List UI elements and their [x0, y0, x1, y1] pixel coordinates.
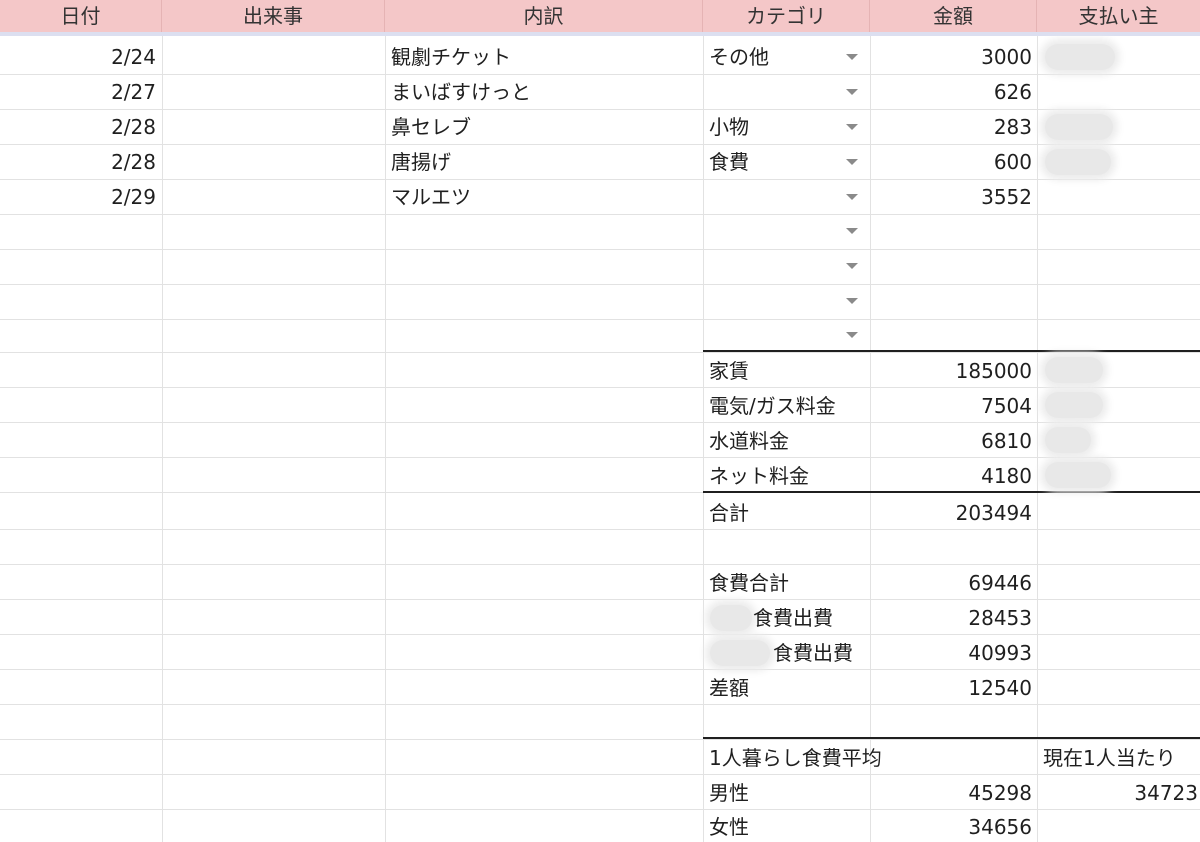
cell-event[interactable] — [168, 110, 380, 144]
grid-line — [0, 284, 1200, 285]
chevron-down-icon[interactable] — [846, 298, 858, 304]
fixed-cost-label[interactable]: 電気/ガス料金 — [709, 389, 869, 423]
column-header-payer[interactable]: 支払い主 — [1037, 0, 1200, 32]
average-current-value[interactable]: 34723 — [1037, 776, 1198, 810]
redacted-payer — [1045, 392, 1103, 418]
column-header-event[interactable]: 出来事 — [162, 0, 385, 32]
redacted-payer — [1045, 427, 1091, 453]
food-person-a-label[interactable]: 食費出費 — [753, 601, 868, 635]
column-header-date[interactable]: 日付 — [0, 0, 162, 32]
cell-amount[interactable]: 600 — [870, 145, 1032, 179]
grid-line — [0, 214, 1200, 215]
grid-line — [162, 36, 163, 842]
average-male-amount[interactable]: 45298 — [870, 776, 1032, 810]
fixed-cost-label[interactable]: ネット料金 — [709, 459, 864, 493]
fixed-cost-label[interactable]: 水道料金 — [709, 424, 864, 458]
cell-event[interactable] — [168, 40, 380, 74]
average-current-label[interactable]: 現在1人当たり — [1043, 741, 1200, 775]
cell-category[interactable]: 食費 — [709, 145, 839, 179]
redacted-payer — [1045, 462, 1111, 488]
redacted-payer — [1045, 149, 1111, 175]
redacted-payer — [1045, 114, 1113, 140]
chevron-down-icon[interactable] — [846, 124, 858, 130]
cell-category[interactable] — [709, 180, 839, 214]
column-header-row: 日付 出来事 内訳 カテゴリ 金額 支払い主 — [0, 0, 1200, 36]
column-header-category[interactable]: カテゴリ — [703, 0, 870, 32]
fixed-cost-amount[interactable]: 6810 — [870, 424, 1032, 458]
cell-detail[interactable]: まいばすけっと — [391, 75, 697, 109]
redacted-payer — [1045, 357, 1103, 383]
fixed-cost-amount[interactable]: 7504 — [870, 389, 1032, 423]
food-total-label[interactable]: 食費合計 — [709, 566, 864, 600]
spreadsheet: 日付 出来事 内訳 カテゴリ 金額 支払い主 2/24 2/27 2/28 2/… — [0, 0, 1200, 842]
chevron-down-icon[interactable] — [846, 159, 858, 165]
food-person-a-amount[interactable]: 28453 — [870, 601, 1032, 635]
grid-line — [385, 36, 386, 842]
total-amount[interactable]: 203494 — [870, 496, 1032, 530]
cell-detail[interactable]: マルエツ — [391, 180, 697, 214]
fixed-cost-amount[interactable]: 185000 — [870, 354, 1032, 388]
chevron-down-icon[interactable] — [846, 54, 858, 60]
food-diff-amount[interactable]: 12540 — [870, 671, 1032, 705]
food-person-b-amount[interactable]: 40993 — [870, 636, 1032, 670]
total-label[interactable]: 合計 — [709, 496, 864, 530]
chevron-down-icon[interactable] — [846, 263, 858, 269]
cell-event[interactable] — [168, 75, 380, 109]
cell-date[interactable]: 2/27 — [0, 75, 156, 109]
average-title[interactable]: 1人暮らし食費平均 — [709, 741, 1029, 775]
section-border — [703, 737, 1200, 739]
cell-amount[interactable]: 3552 — [870, 180, 1032, 214]
cell-date[interactable]: 2/28 — [0, 110, 156, 144]
redacted-person-name — [710, 640, 770, 666]
chevron-down-icon[interactable] — [846, 194, 858, 200]
column-header-amount[interactable]: 金額 — [870, 0, 1037, 32]
chevron-down-icon[interactable] — [846, 332, 858, 338]
column-header-detail[interactable]: 内訳 — [385, 0, 703, 32]
grid-line — [1037, 36, 1038, 842]
cell-amount[interactable]: 283 — [870, 110, 1032, 144]
cell-category[interactable] — [709, 75, 839, 109]
cell-amount[interactable]: 626 — [870, 75, 1032, 109]
average-male-label[interactable]: 男性 — [709, 776, 864, 810]
redacted-payer — [1045, 44, 1115, 70]
chevron-down-icon[interactable] — [846, 228, 858, 234]
food-total-amount[interactable]: 69446 — [870, 566, 1032, 600]
cell-date[interactable]: 2/29 — [0, 180, 156, 214]
cell-date[interactable]: 2/24 — [0, 40, 156, 74]
fixed-cost-amount[interactable]: 4180 — [870, 459, 1032, 493]
food-diff-label[interactable]: 差額 — [709, 671, 864, 705]
grid-line — [703, 36, 704, 842]
food-person-b-label[interactable]: 食費出費 — [773, 636, 868, 670]
cell-category[interactable]: 小物 — [709, 110, 839, 144]
grid-line — [0, 352, 1200, 353]
cell-event[interactable] — [168, 180, 380, 214]
average-female-label[interactable]: 女性 — [709, 810, 864, 842]
redacted-person-name — [710, 605, 752, 631]
cell-detail[interactable]: 唐揚げ — [391, 145, 697, 179]
cell-detail[interactable]: 観劇チケット — [391, 40, 697, 74]
fixed-cost-label[interactable]: 家賃 — [709, 354, 864, 388]
cell-detail[interactable]: 鼻セレブ — [391, 110, 697, 144]
cell-event[interactable] — [168, 145, 380, 179]
grid-line — [0, 564, 1200, 565]
cell-amount[interactable]: 3000 — [870, 40, 1032, 74]
cell-category[interactable]: その他 — [709, 40, 839, 74]
section-border — [703, 350, 1200, 352]
grid-line — [0, 249, 1200, 250]
grid-line — [0, 739, 1200, 740]
average-female-amount[interactable]: 34656 — [870, 810, 1032, 842]
chevron-down-icon[interactable] — [846, 89, 858, 95]
cell-date[interactable]: 2/28 — [0, 145, 156, 179]
grid-line — [0, 319, 1200, 320]
